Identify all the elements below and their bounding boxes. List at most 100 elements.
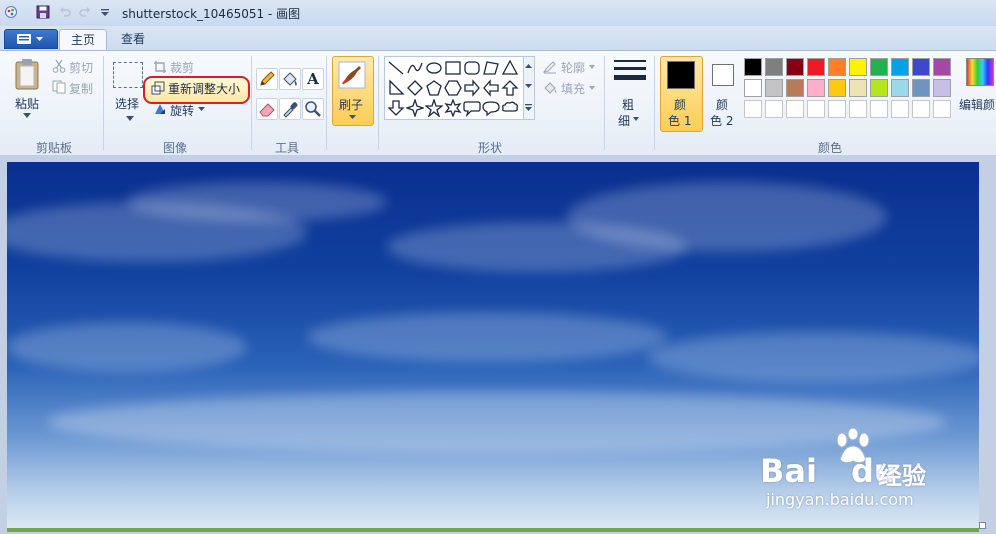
color-swatch[interactable]	[891, 79, 909, 97]
color-swatch[interactable]	[891, 58, 909, 76]
oval-shape-icon[interactable]	[425, 59, 443, 77]
shapes-gallery[interactable]	[384, 56, 524, 120]
color-swatch[interactable]	[807, 58, 825, 76]
color-swatch[interactable]	[870, 79, 888, 97]
select-button[interactable]: 选择	[115, 95, 139, 112]
undo-icon[interactable]	[58, 5, 72, 19]
color-swatch[interactable]	[744, 58, 762, 76]
brushes-dropdown-icon[interactable]	[349, 115, 356, 119]
up-arrow-shape-icon[interactable]	[501, 79, 519, 97]
rounded-rectangle-shape-icon[interactable]	[463, 59, 481, 77]
eraser-tool[interactable]	[256, 98, 278, 120]
customize-toolbar-icon[interactable]	[98, 5, 112, 19]
fill-icon	[544, 82, 557, 94]
line-shape-icon[interactable]	[387, 59, 405, 77]
tab-home[interactable]: 主页	[59, 29, 107, 51]
color-swatch[interactable]	[765, 100, 783, 118]
edit-colors-button[interactable]: 编辑颜色	[959, 96, 996, 113]
resize-button[interactable]: 重新调整大小	[168, 80, 240, 97]
tab-view[interactable]: 查看	[112, 29, 154, 50]
cloud	[647, 332, 979, 382]
color-swatch[interactable]	[870, 58, 888, 76]
paint-menu-button[interactable]	[4, 29, 58, 49]
color-palette[interactable]	[744, 58, 958, 122]
rounded-callout-shape-icon[interactable]	[463, 99, 481, 117]
copy-button[interactable]: 复制	[69, 80, 93, 97]
cloud-callout-shape-icon[interactable]	[501, 99, 519, 117]
cloud	[127, 182, 387, 222]
shapes-scroll[interactable]	[523, 56, 535, 120]
cloud	[567, 182, 887, 252]
color-swatch[interactable]	[849, 79, 867, 97]
scroll-down-icon[interactable]	[525, 84, 532, 88]
diamond-shape-icon[interactable]	[406, 79, 424, 97]
fill-dropdown-icon[interactable]	[589, 86, 595, 90]
gallery-expand-icon[interactable]	[525, 104, 532, 112]
color-swatch[interactable]	[786, 58, 804, 76]
color-swatch[interactable]	[870, 100, 888, 118]
fill-tool[interactable]	[279, 68, 301, 90]
outline-button[interactable]: 轮廓	[561, 59, 585, 76]
rotate-dropdown-icon[interactable]	[198, 107, 205, 111]
redo-icon[interactable]	[78, 5, 92, 19]
color-swatch[interactable]	[744, 100, 762, 118]
paste-dropdown-icon[interactable]	[23, 113, 31, 118]
pencil-tool[interactable]	[256, 68, 278, 90]
color-swatch[interactable]	[849, 100, 867, 118]
select-dropdown-icon[interactable]	[126, 116, 134, 121]
color-swatch[interactable]	[828, 79, 846, 97]
color-swatch[interactable]	[765, 58, 783, 76]
right-arrow-shape-icon[interactable]	[463, 79, 481, 97]
size-dropdown-icon[interactable]	[633, 117, 639, 121]
edit-colors-icon	[966, 58, 994, 86]
save-icon[interactable]	[36, 5, 50, 19]
five-point-star-shape-icon[interactable]	[425, 99, 443, 117]
brush-icon	[338, 61, 366, 89]
pentagon-shape-icon[interactable]	[425, 79, 443, 97]
color-swatch[interactable]	[786, 100, 804, 118]
color-swatch[interactable]	[912, 79, 930, 97]
right-triangle-shape-icon[interactable]	[387, 79, 405, 97]
color-swatch[interactable]	[891, 100, 909, 118]
color-swatch[interactable]	[786, 79, 804, 97]
fill-button[interactable]: 填充	[561, 80, 585, 97]
hexagon-shape-icon[interactable]	[444, 79, 462, 97]
color-swatch[interactable]	[744, 79, 762, 97]
rotate-button[interactable]: 旋转	[170, 102, 194, 119]
down-arrow-shape-icon[interactable]	[387, 99, 405, 117]
paint-app-icon[interactable]	[4, 5, 18, 19]
color-swatch[interactable]	[807, 100, 825, 118]
oval-callout-shape-icon[interactable]	[482, 99, 500, 117]
scroll-up-icon[interactable]	[525, 64, 532, 68]
six-point-star-shape-icon[interactable]	[444, 99, 462, 117]
color-swatch[interactable]	[807, 79, 825, 97]
color-swatch[interactable]	[912, 58, 930, 76]
colors-group-label: 颜色	[817, 141, 842, 155]
magnifier-tool[interactable]	[302, 98, 324, 120]
polygon-shape-icon[interactable]	[482, 59, 500, 77]
title-bar: shutterstock_10465051 - 画图	[0, 0, 996, 27]
color-swatch[interactable]	[765, 79, 783, 97]
color-swatch[interactable]	[828, 100, 846, 118]
canvas-resize-handle[interactable]	[979, 522, 986, 529]
outline-dropdown-icon[interactable]	[589, 65, 595, 69]
cut-button[interactable]: 剪切	[69, 59, 93, 76]
color-swatch[interactable]	[933, 79, 951, 97]
text-tool[interactable]: A	[302, 68, 324, 90]
color-swatch[interactable]	[933, 100, 951, 118]
color-swatch[interactable]	[912, 100, 930, 118]
curve-shape-icon[interactable]	[406, 59, 424, 77]
color-picker-tool[interactable]	[279, 98, 301, 120]
crop-button[interactable]: 裁剪	[170, 59, 194, 76]
color-swatch[interactable]	[933, 58, 951, 76]
color-swatch[interactable]	[849, 58, 867, 76]
paste-button[interactable]: 粘贴	[15, 95, 39, 112]
four-point-star-shape-icon[interactable]	[406, 99, 424, 117]
brushes-label: 刷子	[339, 98, 364, 112]
color-swatch[interactable]	[828, 58, 846, 76]
left-arrow-shape-icon[interactable]	[482, 79, 500, 97]
eraser-icon	[259, 103, 275, 117]
rectangle-shape-icon[interactable]	[444, 59, 462, 77]
group-divider	[326, 56, 327, 150]
triangle-shape-icon[interactable]	[501, 59, 519, 77]
